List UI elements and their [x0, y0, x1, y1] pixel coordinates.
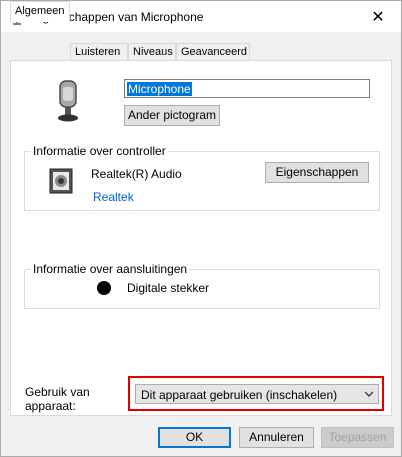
change-icon-button[interactable]: Ander pictogram	[124, 105, 220, 126]
tab-algemeen[interactable]: Algemeen	[10, 1, 70, 22]
properties-dialog: Eigenschappen van Microphone ✕ Algemeen …	[0, 0, 402, 457]
device-usage-selected: Dit apparaat gebruiken (inschakelen)	[141, 388, 338, 402]
close-button[interactable]: ✕	[355, 1, 401, 32]
jack-name: Digitale stekker	[127, 281, 210, 295]
chevron-down-icon	[365, 391, 373, 397]
device-microphone-icon	[58, 80, 78, 122]
usage-label-line2: apparaat:	[25, 399, 76, 413]
tab-geavanceerd[interactable]: Geavanceerd	[176, 43, 250, 61]
jack-color-dot-icon	[97, 281, 111, 295]
device-name-value: Microphone	[127, 82, 192, 96]
device-usage-select[interactable]: Dit apparaat gebruiken (inschakelen)	[135, 384, 379, 404]
controller-vendor-link[interactable]: Realtek	[93, 190, 134, 204]
controller-name: Realtek(R) Audio	[91, 167, 182, 181]
tab-niveaus[interactable]: Niveaus	[128, 43, 176, 61]
controller-properties-button[interactable]: Eigenschappen	[265, 162, 369, 183]
device-name-field[interactable]: Microphone	[124, 79, 370, 98]
usage-label: Gebruik van	[25, 385, 90, 399]
speaker-device-icon	[49, 168, 73, 194]
ok-button[interactable]: OK	[158, 427, 231, 448]
jack-group-label: Informatie over aansluitingen	[31, 262, 190, 276]
apply-button[interactable]: Toepassen	[321, 427, 394, 448]
controller-group-label: Informatie over controller	[31, 144, 168, 158]
cancel-button[interactable]: Annuleren	[239, 427, 314, 448]
tab-luisteren[interactable]: Luisteren	[70, 43, 128, 61]
